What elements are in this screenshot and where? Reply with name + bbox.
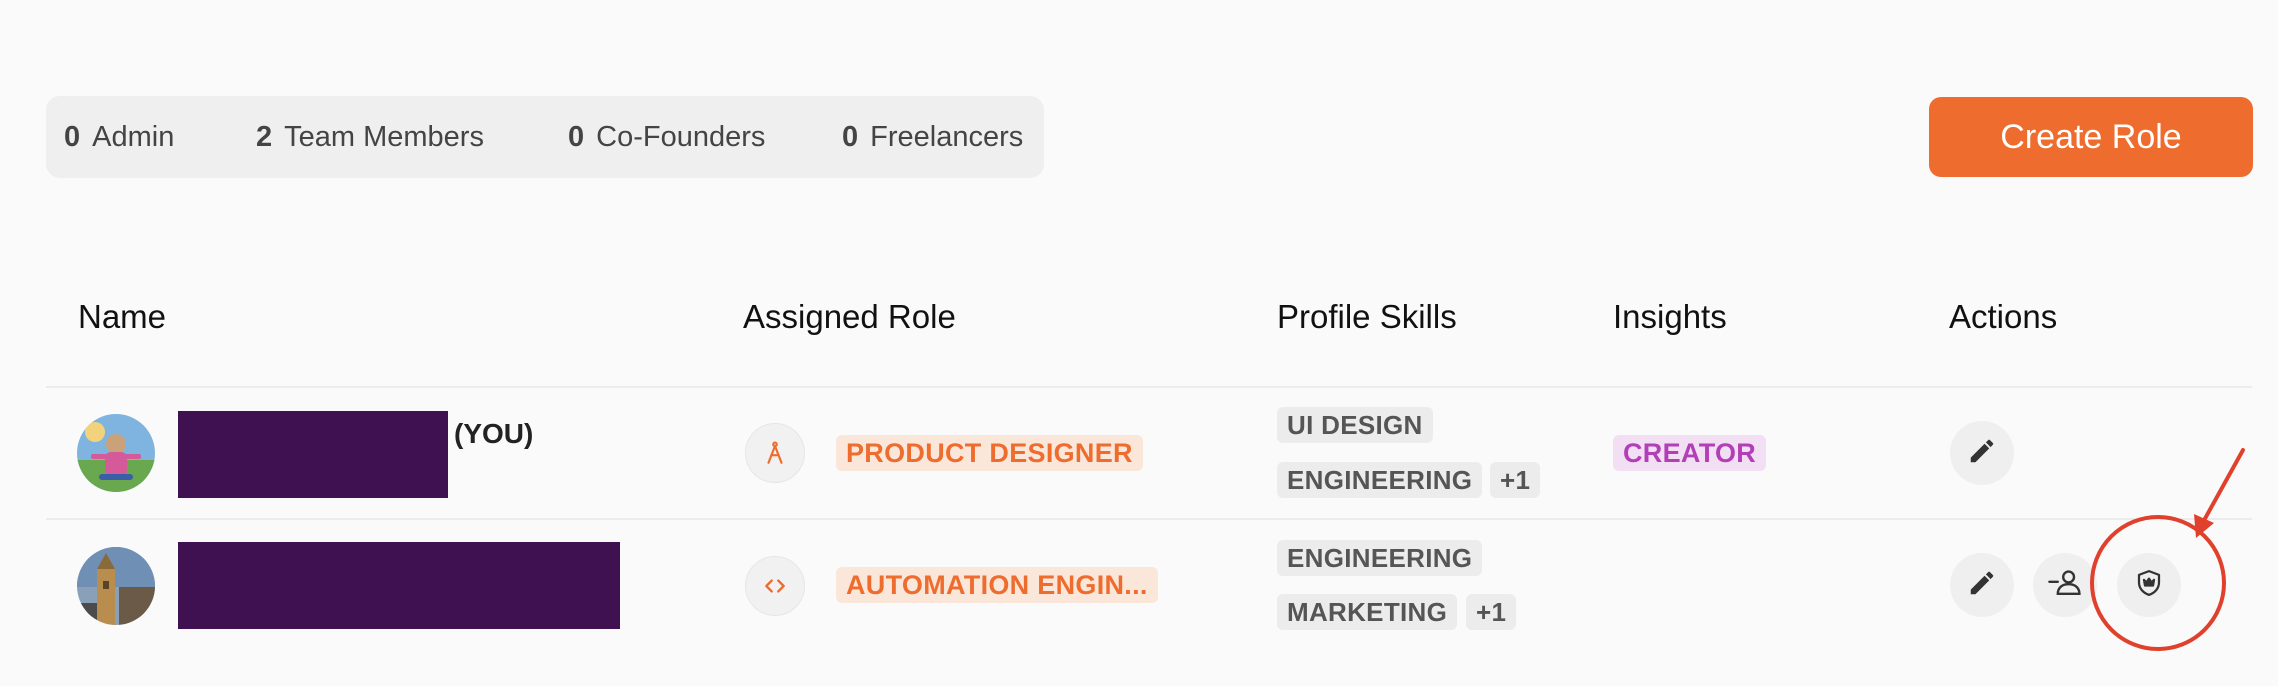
stat-count: 2 bbox=[256, 120, 273, 153]
create-role-button[interactable]: Create Role bbox=[1929, 97, 2253, 177]
skill-tag: ENGINEERING bbox=[1277, 462, 1483, 498]
header-profile-skills: Profile Skills bbox=[1277, 298, 1457, 335]
stat-count: 0 bbox=[64, 120, 81, 153]
edit-icon bbox=[1967, 436, 1997, 471]
remove-user-icon bbox=[2047, 568, 2083, 603]
avatar[interactable] bbox=[77, 547, 155, 625]
table-divider bbox=[46, 518, 2252, 520]
insight-badge: CREATOR bbox=[1613, 435, 1767, 471]
header-name: Name bbox=[78, 298, 167, 335]
stat-admin[interactable]: 0 Admin bbox=[64, 96, 174, 178]
stat-label: Freelancers bbox=[870, 120, 1024, 153]
edit-button[interactable] bbox=[1950, 421, 2014, 485]
stat-label: Team Members bbox=[284, 120, 484, 153]
edit-icon bbox=[1967, 568, 1997, 603]
skill-tag: ENGINEERING bbox=[1277, 540, 1483, 576]
stat-freelancers[interactable]: 0 Freelancers bbox=[842, 96, 1023, 178]
member-stats-bar: 0 Admin 2 Team Members 0 Co-Founders 0 F… bbox=[46, 96, 1044, 178]
stat-team-members[interactable]: 2 Team Members bbox=[256, 96, 484, 178]
role-badge: AUTOMATION ENGIN... bbox=[836, 567, 1158, 603]
stat-label: Admin bbox=[92, 120, 175, 153]
edit-button[interactable] bbox=[1950, 553, 2014, 617]
code-icon bbox=[745, 556, 805, 616]
stat-count: 0 bbox=[842, 120, 859, 153]
header-insights: Insights bbox=[1613, 298, 1727, 335]
role-badge: PRODUCT DESIGNER bbox=[836, 435, 1143, 471]
skill-tag: UI DESIGN bbox=[1277, 407, 1433, 443]
redacted-name bbox=[178, 542, 620, 629]
annotation-arrow bbox=[2194, 448, 2245, 538]
skill-more-tag[interactable]: +1 bbox=[1466, 594, 1517, 630]
you-label: (YOU) bbox=[454, 418, 534, 449]
header-assigned-role: Assigned Role bbox=[743, 298, 956, 335]
redacted-name bbox=[178, 411, 448, 498]
header-actions: Actions bbox=[1949, 298, 2058, 335]
stat-co-founders[interactable]: 0 Co-Founders bbox=[568, 96, 765, 178]
stat-count: 0 bbox=[568, 120, 585, 153]
remove-user-button[interactable] bbox=[2033, 553, 2097, 617]
stat-label: Co-Founders bbox=[596, 120, 766, 153]
skill-tag: MARKETING bbox=[1277, 594, 1458, 630]
avatar[interactable] bbox=[77, 414, 155, 492]
compass-icon bbox=[745, 423, 805, 483]
skill-more-tag[interactable]: +1 bbox=[1490, 462, 1541, 498]
table-divider bbox=[46, 386, 2252, 388]
